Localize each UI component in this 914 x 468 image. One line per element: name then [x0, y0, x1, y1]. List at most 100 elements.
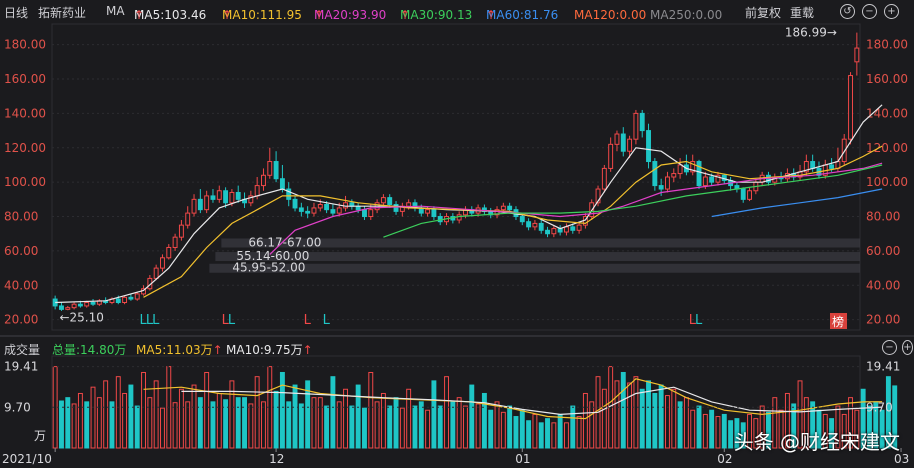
price-tick-left: 20.00 [4, 313, 38, 327]
volume-bar [311, 397, 317, 449]
volume-bar [545, 418, 550, 449]
volume-bar [122, 392, 128, 449]
volume-bar [507, 405, 513, 449]
candle-body [854, 47, 860, 63]
candle-body [267, 161, 273, 176]
volume-bar [538, 422, 544, 449]
volume-bar [582, 392, 588, 449]
candle-body [324, 204, 330, 211]
high-price-label: 186.99→ [785, 26, 837, 40]
volume-bar [564, 422, 569, 449]
candle-body [311, 207, 317, 214]
volume-bar [90, 386, 96, 449]
volume-bar [431, 380, 437, 449]
volume-bar [532, 413, 538, 449]
candle-body [254, 185, 260, 197]
candle-body [197, 198, 203, 211]
candle-body [601, 167, 607, 190]
candle-body [261, 174, 266, 187]
candle-body [665, 176, 670, 190]
volume-bar [343, 388, 348, 449]
candle-body [273, 161, 279, 180]
price-tick-right: 100.00 [866, 175, 908, 189]
candle-body [153, 267, 159, 279]
volume-bar [469, 384, 475, 449]
candle-body [406, 202, 412, 207]
signal-marker: L [695, 313, 703, 328]
candle-body [77, 303, 83, 307]
list-badge-text: 榜 [832, 314, 844, 329]
candle-body [65, 307, 71, 310]
volume-bar [355, 384, 361, 449]
price-tick-right: 180.00 [866, 38, 908, 52]
candle-body [456, 214, 462, 221]
volume-bar [494, 401, 500, 449]
volume-bar [317, 397, 323, 449]
candle-body [336, 207, 342, 214]
candle-body [305, 210, 311, 214]
candle-body [90, 301, 96, 305]
signal-marker: L [152, 313, 160, 328]
volume-bar [71, 403, 77, 449]
volume-bar [475, 403, 481, 449]
volume-bar [204, 371, 210, 449]
volume-bar [406, 388, 412, 449]
volume-bar [601, 388, 607, 449]
candle-body [677, 164, 683, 175]
volume-bar [709, 409, 715, 449]
candle-body [431, 209, 437, 218]
price-tick-left: 140.00 [4, 106, 46, 120]
volume-bar [418, 401, 424, 449]
candle-body [620, 133, 626, 152]
volume-bar [728, 420, 734, 449]
volume-bar [374, 401, 380, 449]
volume-bar [248, 403, 254, 449]
volume-bar [77, 392, 83, 449]
candle-body [223, 190, 229, 204]
volume-bar [652, 392, 658, 449]
x-axis-label: 01 [515, 452, 530, 466]
candle-body [387, 197, 393, 206]
candle-body [134, 293, 140, 300]
volume-bar [570, 405, 576, 449]
candle-body [166, 246, 172, 259]
volume-bar [172, 402, 178, 449]
volume-bar [185, 401, 191, 449]
ma-line-ma60 [711, 188, 883, 218]
volume-bar [677, 401, 683, 449]
candle-body [702, 176, 708, 187]
volume-bar [191, 384, 197, 449]
candle-body [500, 205, 506, 211]
candle-body [128, 296, 134, 300]
volume-bar [576, 416, 582, 449]
price-tick-right: 120.00 [866, 141, 908, 155]
volume-unit-label: 万 [34, 429, 46, 443]
ma-line-ma5 [55, 104, 883, 304]
candle-body [292, 198, 298, 209]
candle-body [279, 178, 285, 190]
volume-bar [380, 392, 386, 449]
volume-bar [147, 397, 153, 449]
volume-ma-line-ma5 [143, 378, 883, 420]
candle-body [229, 191, 235, 204]
volume-bar [627, 382, 633, 449]
price-tick-right: 80.00 [866, 210, 900, 224]
volume-bar [696, 405, 702, 449]
candle-body [848, 75, 853, 140]
price-tick-right: 60.00 [866, 244, 900, 258]
candle-body [368, 209, 374, 218]
volume-tick-left: 19.41 [4, 360, 38, 374]
kline-chart[interactable]: 20.00 20.00 40.00 40.00 60.00 60.00 80.00 80.00… [0, 0, 914, 468]
candle-body [507, 205, 513, 211]
volume-tick-right: 19.41 [866, 360, 900, 374]
volume-tick-left: 9.70 [4, 400, 31, 414]
volume-bar [216, 392, 222, 449]
candle-body [210, 195, 216, 200]
candle-body [71, 303, 77, 309]
candle-body [576, 224, 582, 231]
volume-bar [715, 416, 721, 449]
volume-bar [412, 405, 418, 449]
candle-body [362, 209, 367, 218]
volume-bar [349, 405, 355, 449]
volume-bar [500, 411, 506, 449]
